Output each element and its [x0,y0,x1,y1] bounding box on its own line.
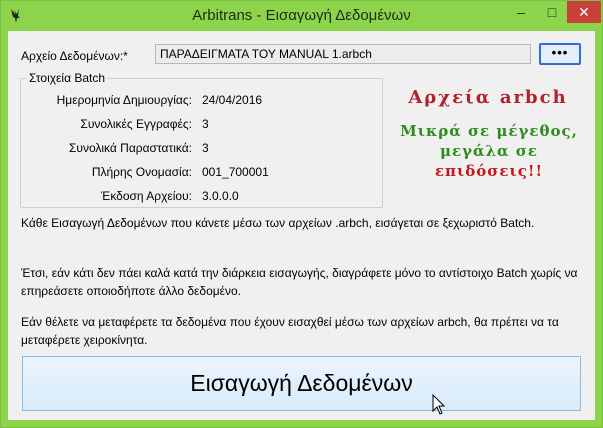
prop-value: 3.0.0.0 [202,189,239,203]
batch-row-total-documents: Συνολικά Παραστατικά: 3 [21,141,384,159]
minimize-button[interactable]: – [506,1,536,23]
info-paragraph-3: Εάν θέλετε να μεταφέρετε τα δεδομένα που… [21,315,559,347]
promo-text: Μικρά σε μέγεθος, μεγάλα σε επιδόσεις!! [385,121,593,181]
file-label: Αρχείο Δεδομένων:* [21,49,128,63]
title-bar[interactable]: Arbitrans - Εισαγωγή Δεδομένων – □ ✕ [1,1,602,31]
promo-line-3: επιδόσεις!! [434,162,544,180]
import-data-button[interactable]: Εισαγωγή Δεδομένων [22,356,581,411]
close-button[interactable]: ✕ [567,1,601,23]
batch-row-file-version: Έκδοση Αρχείου: 3.0.0.0 [21,189,384,207]
dialog-body: Αρχείο Δεδομένων:* ••• Στοιχεία Batch Ημ… [8,31,595,420]
maximize-button[interactable]: □ [537,1,567,23]
prop-label: Έκδοση Αρχείου: [100,189,192,203]
prop-label: Συνολικές Εγγραφές: [80,117,192,131]
app-window: Arbitrans - Εισαγωγή Δεδομένων – □ ✕ Αρχ… [0,0,603,428]
promo-line-1: Μικρά σε μέγεθος, [400,122,578,140]
prop-label: Ημερομηνία Δημιουργίας: [56,93,192,107]
browse-button[interactable]: ••• [539,43,581,65]
mouse-pointer-icon [432,394,446,415]
prop-label: Πλήρης Ονομασία: [91,165,192,179]
prop-value: 24/04/2016 [202,93,263,107]
batch-row-full-name: Πλήρης Ονομασία: 001_700001 [21,165,384,183]
batch-groupbox: Στοιχεία Batch Ημερομηνία Δημιουργίας: 2… [20,71,384,208]
file-path-field[interactable] [155,44,531,64]
prop-value: 001_700001 [202,165,269,179]
promo-title: Αρχεία arbch [408,87,568,108]
prop-value: 3 [202,141,209,155]
batch-row-total-records: Συνολικές Εγγραφές: 3 [21,117,384,135]
batch-group-title: Στοιχεία Batch [27,71,108,85]
prop-value: 3 [202,117,209,131]
info-paragraph-2: Έτσι, εάν κάτι δεν πάει καλά κατά την δι… [21,266,578,298]
prop-label: Συνολικά Παραστατικά: [68,141,192,155]
promo-line-2: μεγάλα σε [439,142,538,160]
batch-row-creation-date: Ημερομηνία Δημιουργίας: 24/04/2016 [21,93,384,111]
info-paragraph-1: Κάθε Εισαγωγή Δεδομένων που κάνετε μέσω … [21,216,535,230]
